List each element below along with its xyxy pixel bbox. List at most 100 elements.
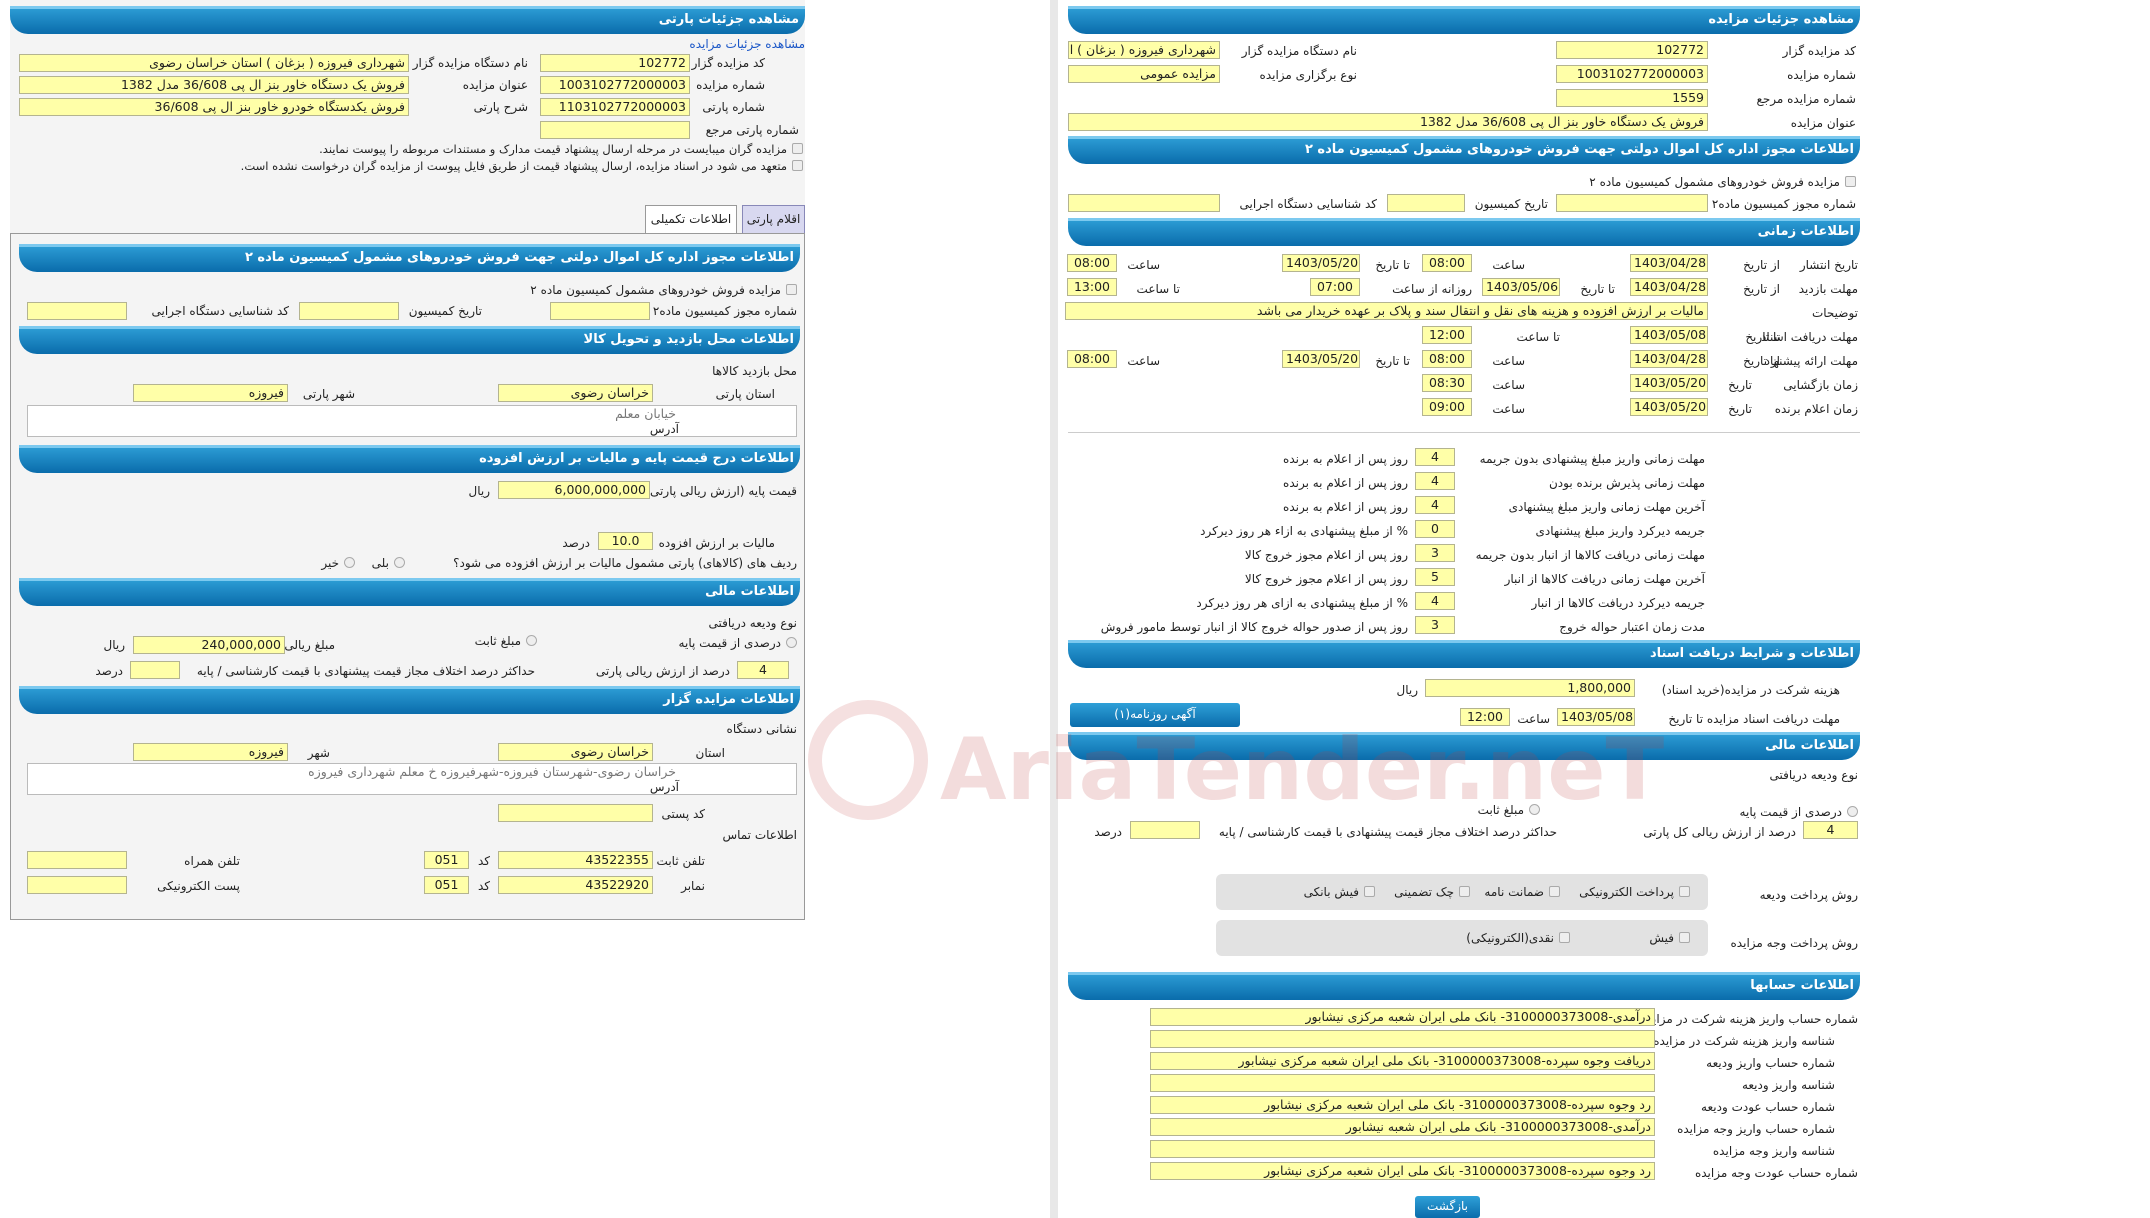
pay-receipt-checkbox[interactable] — [1364, 886, 1375, 897]
docs-hour: 12:00 — [1422, 326, 1472, 344]
label-base: قیمت پایه (ارزش ریالی پارتی) — [645, 484, 797, 498]
fax-code-field: 051 — [424, 876, 469, 894]
winner-date: 1403/05/20 — [1630, 398, 1708, 416]
r-maxdiff-pct-unit: درصد — [1094, 825, 1122, 839]
label-fax-code: کد — [477, 879, 490, 893]
label-addr: آدرس — [649, 422, 679, 436]
r-label-title: عنوان مزایده — [1790, 116, 1856, 130]
label-mobile: تلفن همراه — [184, 854, 240, 868]
label-off-fh: ساعت — [1492, 354, 1525, 368]
vat-no-radio[interactable] — [344, 557, 355, 568]
label-off-th: ساعت — [1127, 354, 1160, 368]
pct-base-radio[interactable] — [786, 637, 797, 648]
deadline-3-label: آخرین مهلت زمانی واریز مبلغ پیشنهادی — [1508, 500, 1705, 514]
tab-supplementary[interactable]: اطلاعات تکمیلی — [645, 205, 737, 233]
bid-cash-checkbox[interactable] — [1559, 932, 1570, 943]
account-1-field: درآمدی-3100000373008- بانک ملی ایران شعب… — [1150, 1008, 1655, 1026]
org-address-field: خراسان رضوی-شهرستان فیروزه-شهرفیروزه خ م… — [27, 763, 797, 795]
left-permit-checkbox[interactable] — [786, 284, 797, 295]
r-exec-id-field — [1068, 194, 1220, 212]
participation-fee-field: 1,800,000 — [1425, 679, 1635, 697]
auction-number-field: 1003102772000003 — [540, 76, 690, 94]
label-permitno: شماره مجوز کمیسیون ماده۲ — [652, 304, 797, 318]
phone-code-field: 051 — [424, 851, 469, 869]
r-pct-base-radio[interactable] — [1847, 806, 1858, 817]
pay-receipt-label: فیش بانکی — [1303, 885, 1359, 899]
r-auction-title-field: فروش یک دستگاه خاور بنز ال پی 36/608 مدل… — [1068, 113, 1708, 131]
note2-checkbox[interactable] — [792, 160, 803, 171]
fax-field: 43522920 — [498, 876, 653, 894]
time-description-field: مالیات بر ارزش افزوده و هزینه های نقل و … — [1065, 302, 1708, 320]
deadline-7-label: جریمه دیرکرد دریافت کالاها از انبار — [1531, 596, 1705, 610]
account-6-label: شماره حساب واریز وجه مزایده — [1677, 1122, 1835, 1136]
account-8-label: شماره حساب عودت وجه مزایده — [1694, 1166, 1858, 1180]
email-field — [27, 876, 127, 894]
docs-to-date: 1403/05/08 — [1630, 326, 1708, 344]
pay-guarantee-label: ضمانت نامه — [1484, 885, 1544, 899]
pct-unit: درصد — [562, 536, 590, 550]
account-6-field: درآمدی-3100000373008- بانک ملی ایران شعب… — [1150, 1118, 1655, 1136]
label-visitplace: محل بازدید کالاها — [712, 364, 797, 378]
label-deptype: نوع ودیعه دریافتی — [708, 616, 797, 630]
deposit-rial-unit: ریال — [103, 638, 125, 652]
deadline-6-field: 5 — [1415, 568, 1455, 586]
r-label-ref: شماره مزایده مرجع — [1756, 92, 1856, 106]
r-ref-number-field: 1559 — [1556, 89, 1708, 107]
watermark-logo-icon — [808, 700, 928, 820]
auction-title-field: فروش یک دستگاه خاور بنز ال پی 36/608 مدل… — [19, 76, 409, 94]
r-label-aucnum: شماره مزایده — [1787, 68, 1856, 82]
auction-details-pane: مشاهده جزئیات مزایده کد مزایده گزار 1027… — [1058, 0, 1860, 1218]
pay-guarantee-checkbox[interactable] — [1549, 886, 1560, 897]
r-label-maxdiff: حداکثر درصد اختلاف مجاز قیمت پیشنهادی با… — [1218, 825, 1557, 839]
label-off-to: تا تاریخ — [1375, 354, 1410, 368]
r-permit-checkbox[interactable] — [1845, 176, 1856, 187]
label-open-hour: ساعت — [1492, 378, 1525, 392]
back-button[interactable]: بازگشت — [1415, 1196, 1480, 1218]
r-auctioneer-code-field: 102772 — [1556, 41, 1708, 59]
accounts-header: اطلاعات حسابها — [1068, 972, 1860, 1000]
label-zip: کد پستی — [661, 807, 706, 821]
deadline-2-field: 4 — [1415, 472, 1455, 490]
label-paydep: روش پرداخت ودیعه — [1759, 888, 1858, 902]
label-pub-from: از تاریخ — [1743, 258, 1780, 272]
label-pub-fh: ساعت — [1492, 258, 1525, 272]
pay-cheque-checkbox[interactable] — [1459, 886, 1470, 897]
r-label-type: نوع برگزاری مزایده — [1259, 68, 1357, 82]
left-exec-id-field — [27, 302, 127, 320]
r-auction-number-field: 1003102772000003 — [1556, 65, 1708, 83]
deadline-5-unit: روز پس از اعلام مجوز خروج کالا — [1244, 548, 1408, 562]
deadline-8-unit: روز پس از صدور حواله خروج کالا از انبار … — [1100, 620, 1408, 634]
deadline-7-unit: % از مبلغ پیشنهادی به ازای هر روز دیرکرد — [1196, 596, 1408, 610]
label-vatq: ردیف های (کالاهای) پارتی مشمول مالیات بر… — [453, 556, 797, 570]
max-diff-field — [130, 661, 180, 679]
label-fax: نمابر — [681, 879, 705, 893]
label-docdl: مهلت دریافت اسناد مزایده تا تاریخ — [1668, 712, 1840, 726]
party-description-field: فروش یکدستگاه خودرو خاور بنز ال پی 36/60… — [19, 98, 409, 116]
account-4-field — [1150, 1074, 1655, 1092]
account-8-field: رد وجوه سپرده-3100000373008- بانک ملی ای… — [1150, 1162, 1655, 1180]
r-label-permitno: شماره مجوز کمیسیون ماده۲ — [1711, 197, 1856, 211]
label-tel: تلفن ثابت — [656, 854, 705, 868]
bid-receipt-label: فیش — [1649, 931, 1674, 945]
fixed-amount-radio[interactable] — [526, 635, 537, 646]
r-label-pctbase: درصدی از قیمت پایه — [1739, 805, 1842, 819]
tab-party-items[interactable]: اقلام پارتی — [742, 205, 805, 233]
r-label-permitdate: تاریخ کمیسیون — [1474, 197, 1548, 211]
deadline-4-label: جریمه دیرکرد واریز مبلغ پیشنهادی — [1535, 524, 1706, 538]
pay-electronic-checkbox[interactable] — [1679, 886, 1690, 897]
label-vis-from: از تاریخ — [1743, 282, 1780, 296]
label-ref: شماره پارتی مرجع — [705, 123, 799, 137]
auction-details-link[interactable]: مشاهده جزئیات مزایده — [689, 37, 805, 51]
bid-receipt-checkbox[interactable] — [1679, 932, 1690, 943]
vat-yes-radio[interactable] — [394, 557, 405, 568]
pub-from-date: 1403/04/28 — [1630, 254, 1708, 272]
label-oaddr: آدرس — [649, 780, 679, 794]
r-permit-number-field — [1556, 194, 1708, 212]
note1-checkbox[interactable] — [792, 143, 803, 154]
account-3-field: دریافت وجوه سپرده-3100000373008- بانک مل… — [1150, 1052, 1655, 1070]
deadline-1-unit: روز پس از اعلام به برنده — [1283, 452, 1408, 466]
auctioneer-code-field: 102772 — [540, 54, 690, 72]
org-city-field: فیروزه — [133, 743, 288, 761]
r-label-execid: کد شناسایی دستگاه اجرایی — [1239, 197, 1377, 211]
party-number-field: 1103102772000003 — [540, 98, 690, 116]
